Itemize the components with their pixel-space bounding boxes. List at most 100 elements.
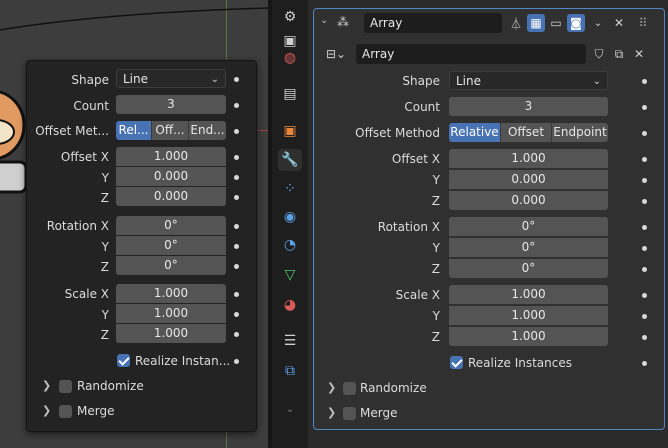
chevron-right-icon[interactable]: ❯ (327, 381, 336, 394)
keyframe-dot[interactable] (642, 246, 647, 251)
drag-handle-icon[interactable]: ⠿ (634, 14, 652, 32)
keyframe-dot[interactable] (642, 267, 647, 272)
node-tree-icon[interactable]: ⊟⌄ (322, 45, 350, 63)
keyframe-dot[interactable] (234, 244, 239, 249)
keyframe-dot[interactable] (642, 314, 647, 319)
offset-x-field[interactable]: 1.000 (116, 147, 226, 166)
offset-method-endpoint[interactable]: End... (189, 121, 226, 140)
keyframe-dot[interactable] (642, 157, 647, 162)
keyframe-dot[interactable] (642, 225, 647, 230)
offset-method-relative[interactable]: Rel... (116, 121, 152, 140)
rotation-y-label: Y (101, 240, 109, 254)
randomize-checkbox[interactable] (59, 380, 72, 393)
scale-z-field[interactable]: 1.000 (449, 327, 608, 346)
duplicate-icon[interactable]: ⧉ (610, 45, 628, 63)
realize-instances-checkbox[interactable] (117, 354, 130, 367)
collapse-chevron-icon[interactable]: ⌄ (320, 15, 328, 26)
viewport-display-icon[interactable]: ▭ (547, 14, 565, 32)
keyframe-dot[interactable] (234, 332, 239, 337)
keyframe-dot[interactable] (642, 199, 647, 204)
keyframe-dot[interactable] (234, 129, 239, 134)
physics-icon[interactable]: ◉ (278, 206, 302, 228)
rotation-x-field[interactable]: 0° (116, 216, 226, 235)
keyframe-dot[interactable] (642, 131, 647, 136)
keyframe-dot[interactable] (234, 312, 239, 317)
count-field[interactable]: 3 (116, 95, 226, 114)
rotation-z-field[interactable]: 0° (116, 256, 226, 275)
shape-dropdown[interactable]: Line ⌄ (449, 71, 608, 90)
data-icon[interactable]: ▽ (278, 264, 302, 286)
scale-y-field[interactable]: 1.000 (116, 304, 226, 323)
keyframe-dot[interactable] (234, 195, 239, 200)
keyframe-dot[interactable] (642, 105, 647, 110)
modifier-name-field[interactable]: Array (364, 13, 502, 33)
modifier-wrench-icon[interactable]: 🔧 (278, 149, 302, 171)
object-icon[interactable]: ▣ (278, 120, 302, 142)
close-icon[interactable]: ✕ (610, 14, 628, 32)
offset-method-offset[interactable]: Off... (152, 121, 189, 140)
offset-z-field[interactable]: 0.000 (116, 187, 226, 206)
scale-x-field[interactable]: 1.000 (116, 284, 226, 303)
keyframe-dot[interactable] (234, 103, 239, 108)
chevron-right-icon[interactable]: ❯ (327, 406, 336, 419)
offset-method-endpoint[interactable]: Endpoint (552, 123, 608, 142)
offset-x-field[interactable]: 1.000 (449, 149, 608, 168)
merge-label: Merge (77, 404, 115, 418)
properties-editor: ⌄ ⁂ Array ⏃ ▦ ▭ ◙ ⌄ ✕ ⠿ ⊟⌄ Array ⛉ ⧉ ✕ S… (308, 0, 668, 448)
offset-y-field[interactable]: 0.000 (116, 167, 226, 186)
world-icon[interactable]: ⧉ (278, 360, 302, 382)
rotation-y-field[interactable]: 0° (116, 236, 226, 255)
node-group-name-text: Array (362, 47, 395, 61)
offset-z-label: Z (431, 194, 440, 208)
keyframe-dot[interactable] (642, 335, 647, 340)
node-group-name-field[interactable]: Array (356, 44, 586, 64)
chevron-down-icon[interactable]: ⌄ (278, 398, 302, 420)
scale-x-field[interactable]: 1.000 (449, 285, 608, 304)
shape-dropdown[interactable]: Line ⌄ (116, 69, 226, 88)
tool-icon[interactable]: ⚙ (278, 6, 302, 28)
view-layer-icon[interactable]: ▤ (278, 83, 302, 105)
keyframe-dot[interactable] (234, 359, 239, 364)
rotation-y-field[interactable]: 0° (449, 238, 608, 257)
keyframe-dot[interactable] (234, 224, 239, 229)
keyframe-dot[interactable] (234, 292, 239, 297)
randomize-checkbox[interactable] (343, 382, 356, 395)
offset-method-selector: Relative Offset Endpoint (449, 123, 608, 142)
scale-z-field[interactable]: 1.000 (116, 324, 226, 343)
unlink-icon[interactable]: ✕ (630, 45, 648, 63)
offset-z-field[interactable]: 0.000 (449, 191, 608, 210)
chevron-right-icon[interactable]: ❯ (42, 379, 51, 392)
edit-mode-icon[interactable]: ⏃ (507, 14, 525, 32)
keyframe-dot[interactable] (234, 155, 239, 160)
rotation-x-field[interactable]: 0° (449, 217, 608, 236)
keyframe-dot[interactable] (642, 293, 647, 298)
keyframe-dot[interactable] (642, 79, 647, 84)
offset-y-field[interactable]: 0.000 (449, 170, 608, 189)
render-camera-icon[interactable]: ◙ (567, 14, 585, 32)
particles-icon[interactable]: ⁘ (278, 178, 302, 200)
count-field[interactable]: 3 (449, 97, 608, 116)
keyframe-dot[interactable] (234, 175, 239, 180)
keyframe-dot[interactable] (642, 178, 647, 183)
chevron-right-icon[interactable]: ❯ (42, 404, 51, 417)
rotation-z-field[interactable]: 0° (449, 259, 608, 278)
keyframe-dot[interactable] (234, 77, 239, 82)
rotation-z-label: Z (100, 260, 109, 274)
output-icon[interactable]: ◍ (278, 47, 302, 69)
keyframe-dot[interactable] (642, 361, 647, 366)
merge-checkbox[interactable] (59, 405, 72, 418)
scale-y-field[interactable]: 1.000 (449, 306, 608, 325)
constraints-icon[interactable]: ◔ (278, 234, 302, 256)
material-icon[interactable]: ◕ (278, 294, 302, 316)
count-label: Count (404, 100, 440, 114)
on-cage-icon[interactable]: ▦ (527, 14, 545, 32)
offset-method-relative[interactable]: Relative (449, 123, 501, 142)
fake-user-shield-icon[interactable]: ⛉ (590, 45, 608, 63)
dropdown-chevron-icon[interactable]: ⌄ (589, 14, 607, 32)
texture-icon[interactable]: ☰ (278, 330, 302, 352)
merge-checkbox[interactable] (343, 407, 356, 420)
offset-method-offset[interactable]: Offset (501, 123, 552, 142)
offset-x-label: Offset X (391, 152, 440, 166)
realize-instances-checkbox[interactable] (450, 356, 463, 369)
keyframe-dot[interactable] (234, 264, 239, 269)
